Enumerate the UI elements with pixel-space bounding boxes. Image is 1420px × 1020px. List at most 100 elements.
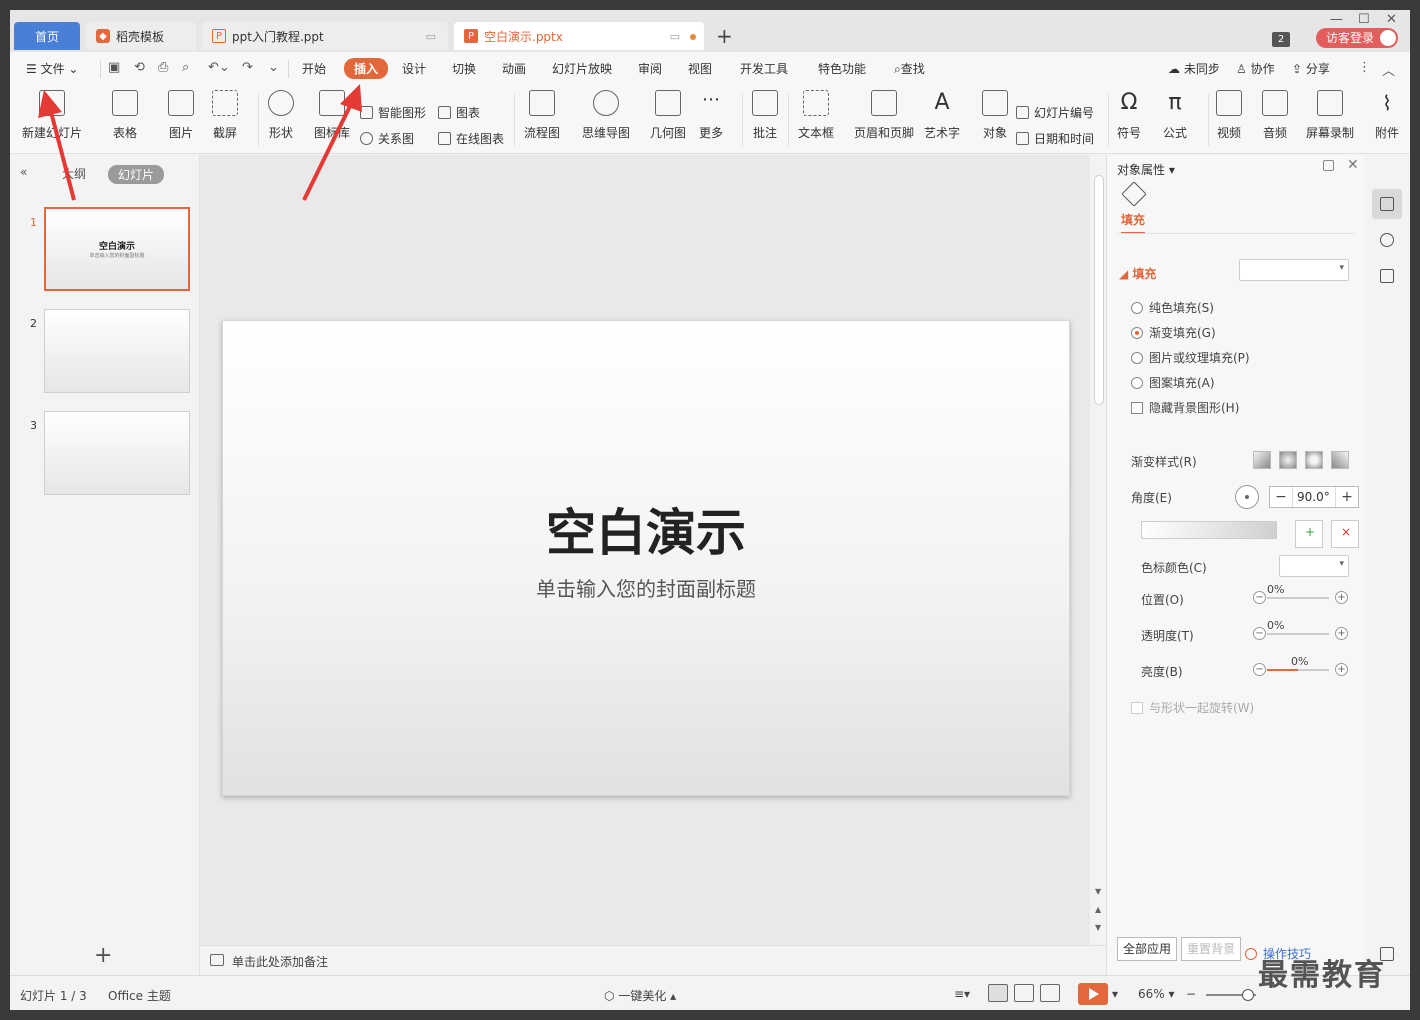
add-stop-button[interactable]: + [1295, 520, 1323, 548]
play-slideshow-button[interactable] [1078, 983, 1108, 1005]
menu-start[interactable]: 开始 [302, 60, 326, 77]
sync-status[interactable]: ☁ 未同步 [1168, 60, 1220, 77]
close-panel-icon[interactable]: ✕ [1347, 157, 1359, 173]
screenshot-button[interactable]: 截屏 [212, 90, 238, 141]
notes-view-icon[interactable]: ≡▾ [954, 987, 970, 1001]
position-slider[interactable] [1267, 597, 1329, 599]
wordart-button[interactable]: A 艺术字 [924, 90, 960, 141]
file-menu[interactable]: ☰ 文件 ⌄ [26, 60, 78, 77]
slide-number-button[interactable]: 幻灯片编号 [1016, 104, 1094, 121]
datetime-button[interactable]: 日期和时间 [1016, 130, 1094, 147]
save-icon[interactable]: ▣ [108, 60, 120, 75]
reset-background-button[interactable]: 重置背景 [1181, 937, 1242, 961]
maximize-icon[interactable]: ☐ [1358, 12, 1370, 27]
video-button[interactable]: 视频 [1216, 90, 1242, 141]
menu-special-features[interactable]: 特色功能 [818, 60, 866, 77]
transparency-decrease-button[interactable]: − [1253, 627, 1266, 640]
tab-file-ppt-tutorial[interactable]: P ppt入门教程.ppt ▭ [202, 22, 448, 50]
customize-toolbar-icon[interactable]: ⌄ [268, 60, 279, 75]
slide-sorter-view-button[interactable] [1014, 984, 1034, 1002]
gradient-stop-bar[interactable] [1141, 521, 1277, 539]
hide-background-checkbox[interactable]: 隐藏背景图形(H) [1131, 399, 1239, 416]
angle-stepper[interactable]: − 90.0° + [1269, 486, 1359, 508]
flowchart-button[interactable]: 流程图 [524, 90, 560, 141]
scroll-down-arrow-icon[interactable]: ▼ [1095, 887, 1101, 896]
gradient-style-linear[interactable] [1253, 451, 1271, 469]
format-painter-icon[interactable]: ⟲ [134, 60, 145, 75]
audio-button[interactable]: 音频 [1262, 90, 1288, 141]
fill-section-header[interactable]: ◢ 填充 [1119, 265, 1156, 282]
position-increase-button[interactable]: + [1335, 591, 1348, 604]
animation-tool-button[interactable] [1372, 225, 1402, 255]
menu-developer[interactable]: 开发工具 [740, 60, 788, 77]
textbox-button[interactable]: 文本框 [798, 90, 834, 141]
tab-outline[interactable]: 大纲 [62, 165, 86, 182]
window-count-badge[interactable]: 2 [1272, 32, 1290, 47]
add-slide-plus-icon[interactable]: + [94, 943, 112, 968]
pattern-fill-radio[interactable]: 图案填充(A) [1131, 374, 1215, 391]
menu-design[interactable]: 设计 [402, 60, 426, 77]
slide-subtitle[interactable]: 单击输入您的封面副标题 [223, 573, 1069, 602]
screen-record-button[interactable]: 屏幕录制 [1306, 90, 1354, 141]
undo-icon[interactable]: ↶⌄ [208, 60, 230, 75]
formula-button[interactable]: π 公式 [1162, 90, 1188, 141]
next-page-icon[interactable]: ▼ [1095, 923, 1101, 932]
apply-all-button[interactable]: 全部应用 [1117, 937, 1178, 961]
shape-button[interactable]: 形状 [268, 90, 294, 141]
delete-stop-button[interactable]: × [1331, 520, 1359, 548]
brightness-slider[interactable] [1267, 669, 1329, 671]
menu-transition[interactable]: 切换 [452, 60, 476, 77]
solid-fill-radio[interactable]: 纯色填充(S) [1131, 299, 1214, 316]
brightness-decrease-button[interactable]: − [1253, 663, 1266, 676]
more-button[interactable]: ⋯ 更多 [698, 90, 724, 141]
collapse-panel-icon[interactable]: « [20, 165, 27, 179]
gradient-style-path[interactable] [1331, 451, 1349, 469]
slide-thumbnail-1[interactable]: 空白演示 单击输入您的封面副标题 [44, 207, 190, 291]
close-icon[interactable]: ✕ [1386, 12, 1397, 27]
menu-review[interactable]: 审阅 [638, 60, 662, 77]
symbol-button[interactable]: Ω 符号 [1116, 90, 1142, 141]
angle-dial[interactable] [1235, 485, 1259, 509]
table-button[interactable]: 表格 [112, 90, 138, 141]
prev-page-icon[interactable]: ▲ [1095, 905, 1101, 914]
collapse-ribbon-icon[interactable]: ︿ [1382, 60, 1395, 79]
search-button[interactable]: ⌕查找 [894, 60, 925, 77]
reading-view-button[interactable] [1040, 984, 1060, 1002]
online-chart-button[interactable]: 在线图表 [438, 130, 504, 147]
slide-title[interactable]: 空白演示 [223, 493, 1069, 565]
header-footer-button[interactable]: 页眉和页脚 [854, 90, 914, 141]
geometry-button[interactable]: 几何图 [650, 90, 686, 141]
minimize-icon[interactable]: — [1330, 12, 1343, 27]
increment-button[interactable]: + [1336, 487, 1358, 507]
new-slide-button[interactable]: 新建幻灯片 [22, 90, 82, 141]
attachment-button[interactable]: ⌇ 附件 [1374, 90, 1400, 141]
gradient-style-rectangular[interactable] [1305, 451, 1323, 469]
gradient-style-radial[interactable] [1279, 451, 1297, 469]
tab-fill[interactable]: 填充 [1121, 211, 1146, 234]
stop-color-dropdown[interactable] [1279, 555, 1349, 577]
panel-title[interactable]: 对象属性 ▾ [1117, 161, 1175, 178]
more-options-icon[interactable]: ⋮ [1358, 60, 1371, 75]
tab-slides[interactable]: 幻灯片 [108, 165, 165, 184]
rotate-with-shape-checkbox[interactable]: 与形状一起旋转(W) [1131, 699, 1254, 716]
icon-library-button[interactable]: 图标库 [314, 90, 350, 141]
smart-art-button[interactable]: 智能图形 [360, 104, 426, 121]
vertical-scrollbar[interactable]: ▼ ▲ ▼ [1092, 155, 1106, 945]
slide-thumbnail-2[interactable] [44, 309, 190, 393]
theme-name[interactable]: Office 主题 [108, 987, 171, 1004]
position-decrease-button[interactable]: − [1253, 591, 1266, 604]
menu-slideshow[interactable]: 幻灯片放映 [552, 60, 612, 77]
lock-icon[interactable] [1323, 160, 1334, 171]
decrement-button[interactable]: − [1270, 487, 1292, 507]
tab-home[interactable]: 首页 [14, 22, 80, 50]
guest-login-button[interactable]: 访客登录 [1316, 28, 1398, 48]
menu-view[interactable]: 视图 [688, 60, 712, 77]
chart-button[interactable]: 图表 [438, 104, 480, 121]
slide-editing-canvas[interactable]: 空白演示 单击输入您的封面副标题 [200, 155, 1090, 945]
tab-template[interactable]: ◆ 稻壳模板 [86, 22, 196, 50]
zoom-slider[interactable] [1206, 989, 1256, 1001]
print-preview-icon[interactable]: ⌕ [182, 60, 189, 75]
slide-thumbnail-3[interactable] [44, 411, 190, 495]
zoom-out-button[interactable]: − [1186, 987, 1196, 1001]
brightness-increase-button[interactable]: + [1335, 663, 1348, 676]
